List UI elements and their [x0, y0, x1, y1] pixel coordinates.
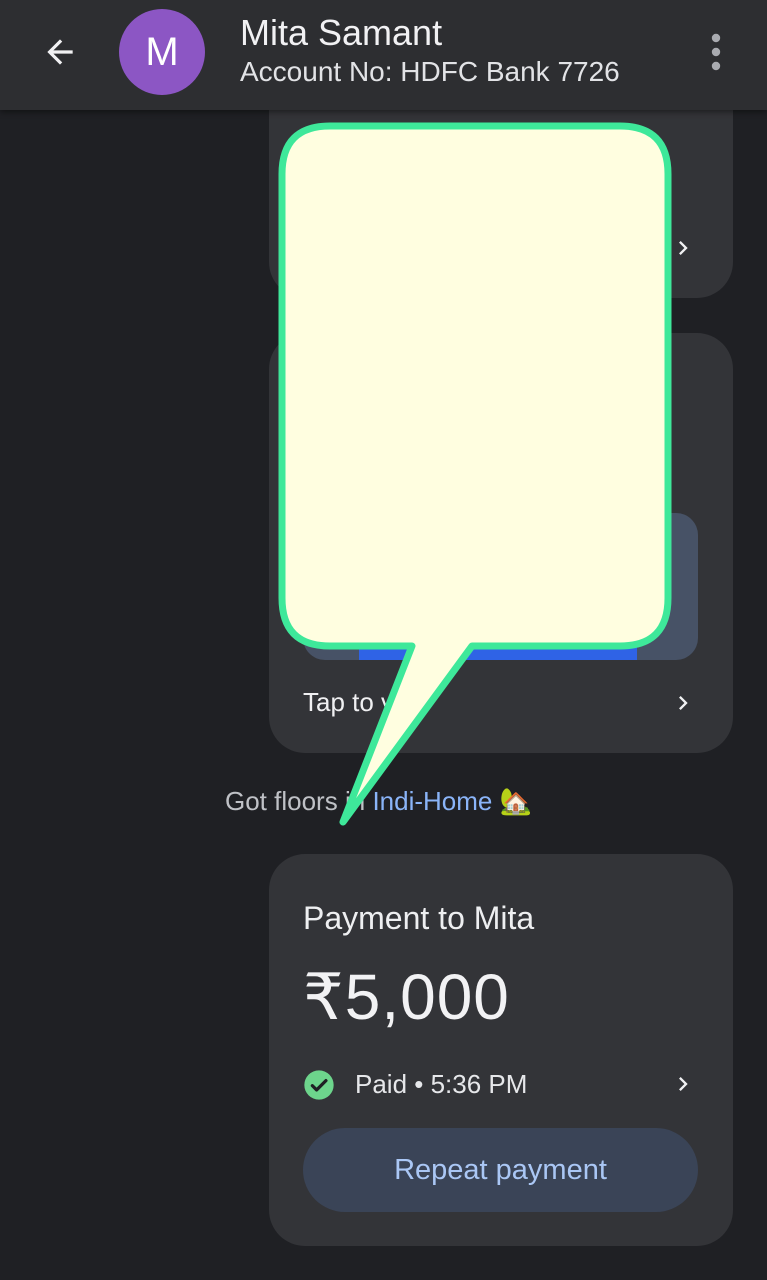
chevron-right-icon[interactable]	[667, 1068, 699, 1100]
payment-amount: ₹5,000	[303, 961, 510, 1033]
house-emoji: 🏡	[499, 786, 532, 816]
payment-status: Paid • 5:36 PM	[355, 1069, 528, 1099]
avatar[interactable]: M	[119, 9, 205, 95]
contact-name: Mita Samant	[240, 12, 443, 53]
check-circle-icon	[304, 1070, 334, 1100]
message-link[interactable]: Indi-Home	[372, 786, 492, 816]
top-app-bar: M Mita Samant Account No: HDFC Bank 7726	[0, 0, 767, 110]
chat-message: Got floors in Indi-Home 🏡	[225, 786, 532, 817]
back-button[interactable]	[30, 26, 90, 78]
payment-card[interactable]: Payment to Mita ₹5,000 Paid • 5:36 PM Re…	[269, 854, 733, 1246]
promo-card[interactable]: Tap to v	[269, 333, 733, 753]
repeat-payment-button[interactable]: Repeat payment	[303, 1128, 698, 1212]
promo-cta-text: Tap to v	[303, 687, 395, 717]
more-vertical-icon	[711, 33, 721, 71]
account-number: Account No: HDFC Bank 7726	[240, 56, 620, 87]
payment-title: Payment to Mita	[303, 900, 535, 936]
chevron-right-icon[interactable]	[667, 687, 699, 719]
message-hidden-word: in	[344, 786, 366, 816]
promo-graphic	[359, 611, 637, 660]
promo-image	[303, 513, 698, 660]
message-text: Got floors	[225, 786, 338, 816]
chevron-right-icon[interactable]	[667, 232, 699, 264]
more-options-button[interactable]	[694, 28, 738, 76]
arrow-left-icon	[47, 39, 73, 65]
